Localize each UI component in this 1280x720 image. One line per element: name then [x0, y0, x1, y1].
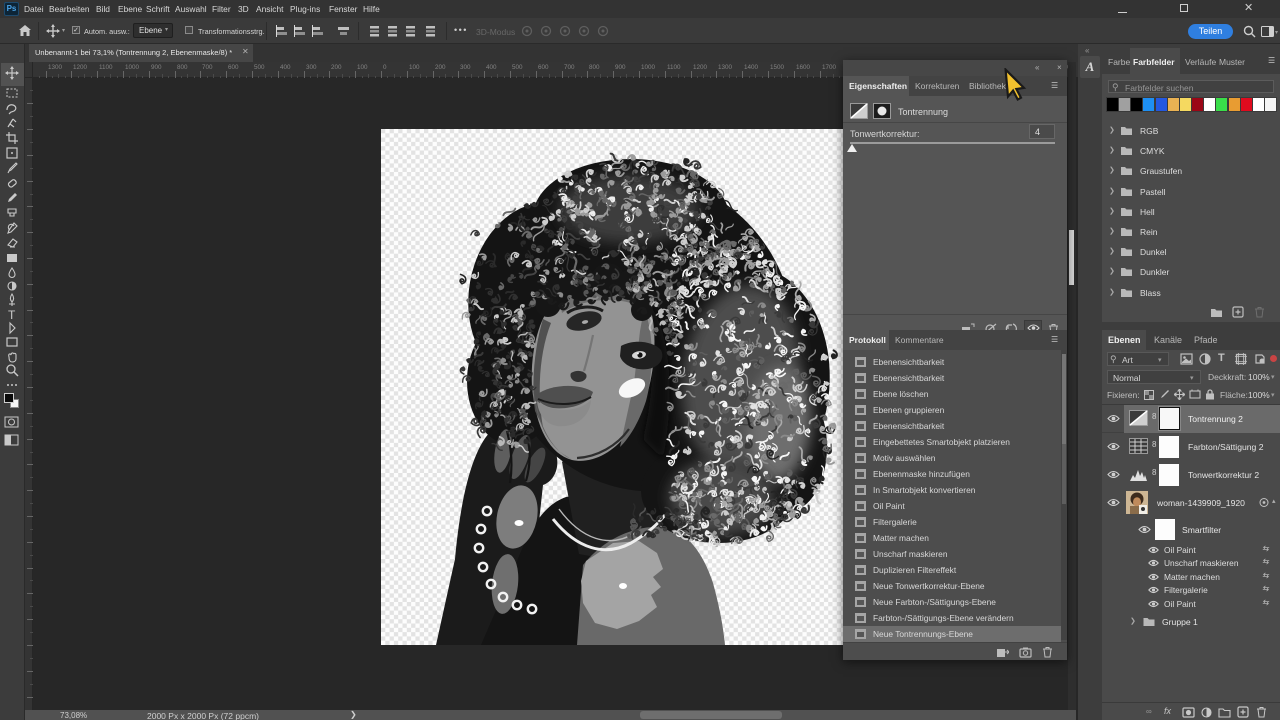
- svg-text:T: T: [8, 308, 16, 321]
